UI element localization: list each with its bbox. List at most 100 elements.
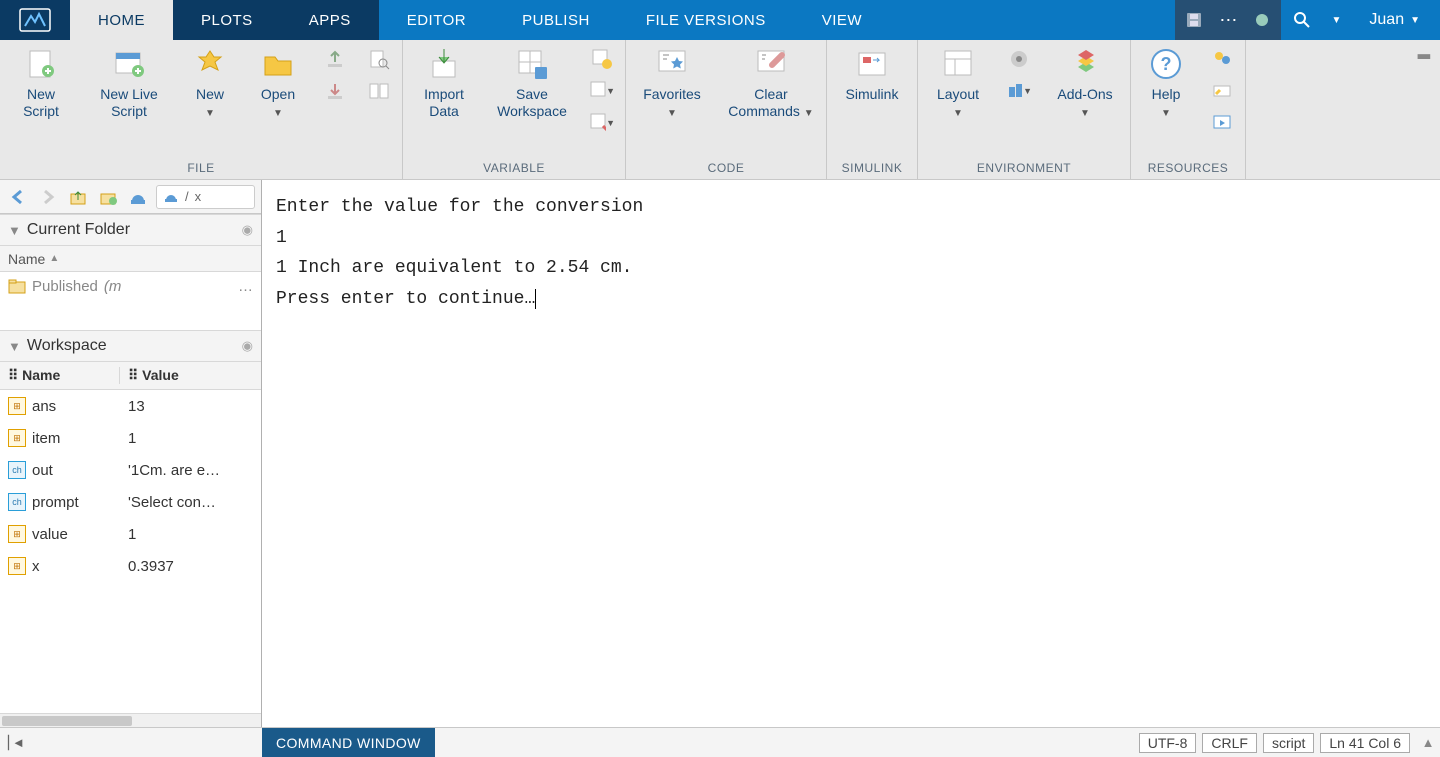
search-dropdown-icon[interactable]: ▼ bbox=[1325, 9, 1347, 31]
up-folder-icon[interactable] bbox=[66, 185, 90, 209]
search-icon[interactable] bbox=[1291, 9, 1313, 31]
variable-value: 1 bbox=[120, 430, 261, 447]
upload-icon[interactable] bbox=[322, 46, 348, 72]
variable-name: item bbox=[32, 430, 60, 447]
sync-icon[interactable] bbox=[1251, 9, 1273, 31]
browse-folder-icon[interactable] bbox=[96, 185, 120, 209]
download-icon[interactable] bbox=[322, 78, 348, 104]
learn-icon[interactable] bbox=[1209, 110, 1235, 136]
request-support-icon[interactable] bbox=[1209, 78, 1235, 104]
new-script-button[interactable]: New Script bbox=[10, 46, 72, 120]
matlab-logo bbox=[0, 0, 70, 40]
variable-name: out bbox=[32, 462, 53, 479]
position-chip[interactable]: Ln 41 Col 6 bbox=[1320, 733, 1410, 753]
tab-publish[interactable]: PUBLISH bbox=[494, 0, 618, 40]
save-workspace-button[interactable]: Save Workspace bbox=[493, 46, 571, 120]
workspace-row[interactable]: ch prompt 'Select con… bbox=[0, 486, 261, 518]
panel-menu-icon[interactable]: ◉ bbox=[242, 338, 253, 354]
folder-row[interactable]: Published (m … bbox=[0, 272, 261, 300]
path-sep: / bbox=[185, 189, 189, 204]
current-folder-title: Current Folder bbox=[27, 221, 236, 239]
workspace-columns[interactable]: ⠿ Name ⠿ Value bbox=[0, 362, 261, 390]
workspace-header[interactable]: ▼ Workspace ◉ bbox=[0, 330, 261, 362]
ribbon-group-environment: Layout▼ ▼ Add-Ons▼ ENVIRONMENT bbox=[918, 40, 1131, 179]
status-bar: ⎮◄ COMMAND WINDOW UTF-8 CRLF script Ln 4… bbox=[0, 727, 1440, 757]
command-window[interactable]: Enter the value for the conversion 1 1 I… bbox=[262, 180, 1440, 727]
user-menu[interactable]: Juan ▼ bbox=[1359, 11, 1430, 29]
mode-chip[interactable]: script bbox=[1263, 733, 1314, 753]
top-tab-bar: HOME PLOTS APPS EDITOR PUBLISH FILE VERS… bbox=[0, 0, 1440, 40]
variable-icon: ⊞ bbox=[8, 525, 26, 543]
workspace-row[interactable]: chout'1Cm. are e… bbox=[0, 454, 261, 486]
collapse-icon[interactable]: ▼ bbox=[8, 339, 21, 354]
tab-editor[interactable]: EDITOR bbox=[379, 0, 494, 40]
folder-suffix: (m bbox=[104, 278, 122, 295]
back-icon[interactable] bbox=[6, 185, 30, 209]
variable-icon: ⊞ bbox=[8, 429, 26, 447]
layout-button[interactable]: Layout▼ bbox=[928, 46, 988, 120]
variable-name: ans bbox=[32, 398, 56, 415]
workspace-row[interactable]: ⊞value1 bbox=[0, 518, 261, 550]
variable-value: 13 bbox=[120, 398, 261, 415]
preferences-icon[interactable] bbox=[1006, 46, 1032, 72]
community-icon[interactable] bbox=[1209, 46, 1235, 72]
current-folder-column-header[interactable]: Name ▲ bbox=[0, 246, 261, 272]
command-window-tab[interactable]: COMMAND WINDOW bbox=[262, 728, 435, 757]
variable-icon: ch bbox=[8, 493, 26, 511]
horizontal-scrollbar[interactable] bbox=[0, 713, 261, 727]
variable-value: 'Select con… bbox=[120, 494, 261, 511]
variable-name: prompt bbox=[32, 494, 79, 511]
svg-text:?: ? bbox=[1161, 54, 1172, 74]
variable-icon: ⊞ bbox=[8, 557, 26, 575]
address-bar: / x bbox=[0, 180, 261, 214]
find-files-icon[interactable] bbox=[366, 46, 392, 72]
compare-icon[interactable] bbox=[366, 78, 392, 104]
import-data-button[interactable]: Import Data bbox=[413, 46, 475, 120]
workspace-row[interactable]: ⊞ x 0.3937 bbox=[0, 550, 261, 582]
tab-view[interactable]: VIEW bbox=[794, 0, 890, 40]
open-variable-icon[interactable]: ▼ bbox=[589, 78, 615, 104]
tab-home[interactable]: HOME bbox=[70, 0, 173, 40]
favorites-button[interactable]: Favorites▼ bbox=[636, 46, 708, 120]
collapse-icon[interactable]: ▼ bbox=[8, 223, 21, 238]
minimize-ribbon-icon[interactable]: ▂ bbox=[1418, 40, 1430, 60]
addons-button[interactable]: Add-Ons▼ bbox=[1050, 46, 1120, 120]
ribbon-group-file: New Script New Live Script New▼ Open▼ bbox=[0, 40, 403, 179]
variable-value: 0.3937 bbox=[120, 558, 261, 575]
forward-icon[interactable] bbox=[36, 185, 60, 209]
clear-commands-button[interactable]: Clear Commands ▼ bbox=[726, 46, 816, 120]
ribbon-group-resources: ? Help▼ RESOURCES bbox=[1131, 40, 1246, 179]
ribbon-group-variable: Import Data Save Workspace ▼ ▼ VARIABLE bbox=[403, 40, 626, 179]
new-variable-icon[interactable] bbox=[589, 46, 615, 72]
folder-more: … bbox=[238, 278, 253, 295]
set-path-icon[interactable]: ▼ bbox=[1006, 78, 1032, 104]
open-button[interactable]: Open▼ bbox=[252, 46, 304, 120]
ribbon-group-simulink: Simulink SIMULINK bbox=[827, 40, 918, 179]
tab-plots[interactable]: PLOTS bbox=[173, 0, 281, 40]
encoding-chip[interactable]: UTF-8 bbox=[1139, 733, 1197, 753]
eol-chip[interactable]: CRLF bbox=[1202, 733, 1257, 753]
clear-workspace-icon[interactable]: ▼ bbox=[589, 110, 615, 136]
workspace-row[interactable]: ⊞ans13 bbox=[0, 390, 261, 422]
panel-menu-icon[interactable]: ◉ bbox=[242, 222, 253, 238]
simulink-button[interactable]: Simulink bbox=[837, 46, 907, 103]
variable-name: x bbox=[32, 558, 40, 575]
quick-access-cluster: ⋯ bbox=[1175, 0, 1281, 40]
workspace-row[interactable]: ⊞ item 1 bbox=[0, 422, 261, 454]
more-icon[interactable]: ⋯ bbox=[1217, 9, 1239, 31]
eject-icon[interactable]: ▲ bbox=[1416, 735, 1440, 750]
go-to-start-icon[interactable]: ⎮◄ bbox=[0, 735, 30, 751]
sync-folder-icon[interactable] bbox=[126, 185, 150, 209]
left-panel: / x ▼ Current Folder ◉ Name ▲ Published … bbox=[0, 180, 262, 727]
address-input[interactable]: / x bbox=[156, 185, 255, 209]
help-button[interactable]: ? Help▼ bbox=[1141, 46, 1191, 120]
variable-value: 1 bbox=[120, 526, 261, 543]
save-icon[interactable] bbox=[1183, 9, 1205, 31]
new-button[interactable]: New▼ bbox=[186, 46, 234, 120]
tab-file-versions[interactable]: FILE VERSIONS bbox=[618, 0, 794, 40]
tab-apps[interactable]: APPS bbox=[281, 0, 379, 40]
current-folder-header[interactable]: ▼ Current Folder ◉ bbox=[0, 214, 261, 246]
ribbon-group-label-environment: ENVIRONMENT bbox=[977, 159, 1071, 179]
new-live-script-button[interactable]: New Live Script bbox=[90, 46, 168, 120]
ribbon-group-label-simulink: SIMULINK bbox=[842, 159, 903, 179]
